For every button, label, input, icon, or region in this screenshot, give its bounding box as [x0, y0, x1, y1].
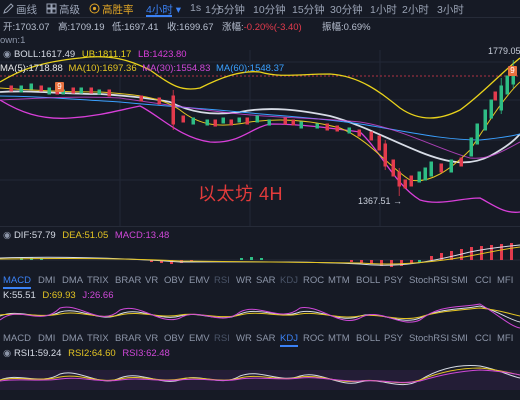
tab-psy[interactable]: PSY	[384, 275, 403, 286]
tab-underline-2	[280, 345, 298, 347]
tab-underline-1	[3, 287, 31, 289]
tab-trix[interactable]: TRIX	[87, 275, 109, 286]
signal-badge[interactable]: 9	[55, 82, 64, 92]
macd-histogram	[20, 243, 513, 267]
tab-wr[interactable]: WR	[236, 333, 252, 344]
main-chart-divider	[0, 226, 520, 227]
tab-mtm[interactable]: MTM	[328, 275, 350, 286]
high-price-marker: 1779.05	[488, 46, 520, 56]
tab-smi[interactable]: SMI	[451, 333, 468, 344]
eye-icon[interactable]: ◉	[3, 49, 14, 60]
tab-obv[interactable]: OBV	[164, 275, 184, 286]
low-price-marker: 1367.51 →	[358, 196, 403, 206]
signal-badge[interactable]: 9	[508, 66, 517, 76]
rsi-legend: ◉ RSI1:59.24 RSI2:64.60 RSI3:62.48	[3, 348, 170, 359]
tab-vr[interactable]: VR	[145, 333, 158, 344]
tab-emv[interactable]: EMV	[189, 333, 210, 344]
tab-brar[interactable]: BRAR	[115, 333, 141, 344]
kdj-legend: K:55.51 D:69.93 J:26.66	[3, 290, 114, 301]
tab-mtm[interactable]: MTM	[328, 333, 350, 344]
tab-boll[interactable]: BOLL	[356, 275, 380, 286]
tab-stochrsi[interactable]: StochRSI	[409, 275, 449, 286]
ma60-line	[0, 95, 520, 141]
tab-mfi[interactable]: MFI	[497, 333, 513, 344]
tab-wr[interactable]: WR	[236, 275, 252, 286]
tab-roc[interactable]: ROC	[303, 333, 324, 344]
tab-macd[interactable]: MACD	[3, 333, 31, 344]
tab-stochrsi[interactable]: StochRSI	[409, 333, 449, 344]
macd-chart[interactable]	[0, 242, 520, 272]
indicator-tabs-2: MACD DMI DMA TRIX BRAR VR OBV EMV RSI WR…	[0, 333, 520, 346]
tab-sar[interactable]: SAR	[256, 275, 276, 286]
chart-watermark: 以太坊 4H	[198, 184, 284, 204]
tab-brar[interactable]: BRAR	[115, 275, 141, 286]
tab-dmi[interactable]: DMI	[38, 275, 55, 286]
tab-macd[interactable]: MACD	[3, 275, 31, 286]
tab-dma[interactable]: DMA	[62, 333, 83, 344]
ma-legend: MA(5):1718.88 MA(10):1697.36 MA(30):1554…	[0, 63, 285, 74]
eye-icon[interactable]: ◉	[3, 230, 14, 241]
macd-legend: ◉ DIF:57.79 DEA:51.05 MACD:13.48	[3, 230, 170, 241]
j-line	[0, 303, 520, 329]
tab-obv[interactable]: OBV	[164, 333, 184, 344]
tab-mfi[interactable]: MFI	[497, 275, 513, 286]
tab-cci[interactable]: CCI	[475, 275, 491, 286]
boll-legend: ◉ BOLL:1617.49 UB:1811.17 LB:1423.80	[3, 49, 187, 60]
tab-dma[interactable]: DMA	[62, 275, 83, 286]
tab-kdj[interactable]: KDJ	[280, 275, 298, 286]
tab-rsi[interactable]: RSI	[214, 275, 230, 286]
tab-sar[interactable]: SAR	[256, 333, 276, 344]
tab-cci[interactable]: CCI	[475, 333, 491, 344]
tab-emv[interactable]: EMV	[189, 275, 210, 286]
tab-vr[interactable]: VR	[145, 275, 158, 286]
kdj-chart[interactable]	[0, 302, 520, 330]
rsi-chart[interactable]	[0, 360, 520, 400]
tab-smi[interactable]: SMI	[451, 275, 468, 286]
tab-psy[interactable]: PSY	[384, 333, 403, 344]
tab-kdj[interactable]: KDJ	[280, 333, 298, 344]
tab-roc[interactable]: ROC	[303, 275, 324, 286]
candlesticks	[9, 60, 515, 196]
tab-rsi[interactable]: RSI	[214, 333, 230, 344]
indicator-tabs-1: MACD DMI DMA TRIX BRAR VR OBV EMV RSI WR…	[0, 275, 520, 288]
tab-dmi[interactable]: DMI	[38, 333, 55, 344]
eye-icon[interactable]: ◉	[3, 348, 14, 359]
tab-trix[interactable]: TRIX	[87, 333, 109, 344]
tab-boll[interactable]: BOLL	[356, 333, 380, 344]
